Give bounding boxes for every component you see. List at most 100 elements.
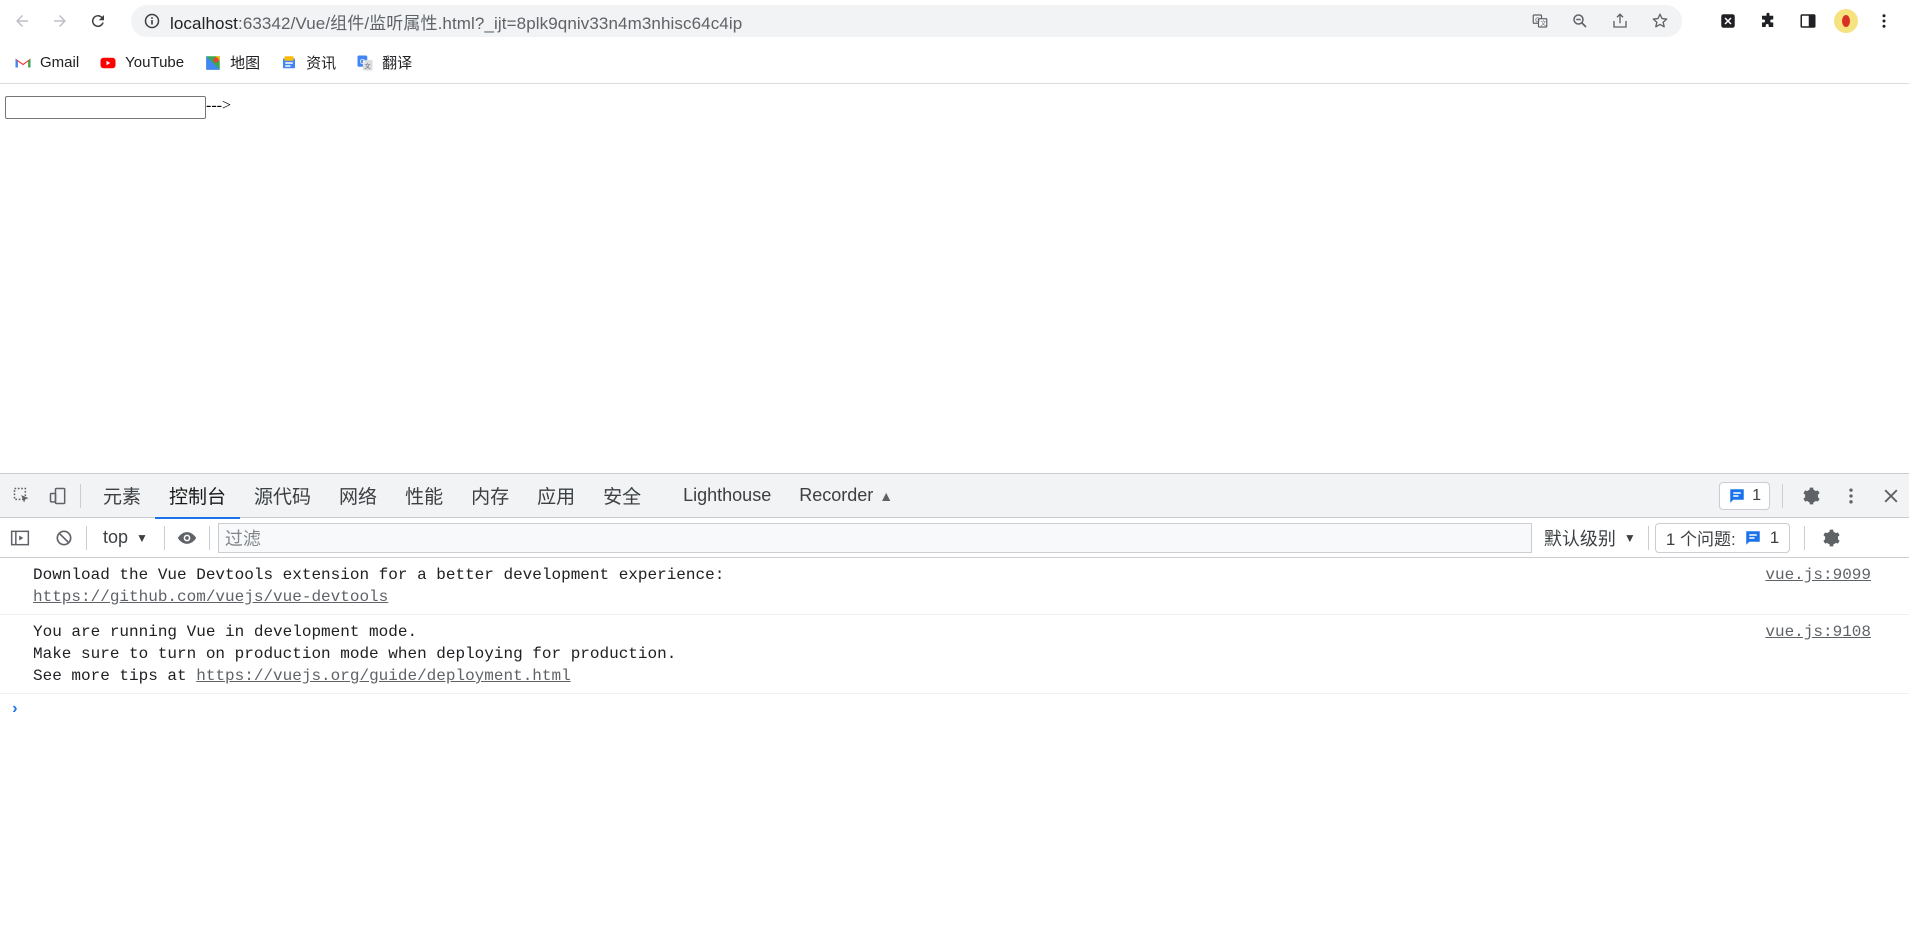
forward-button[interactable] bbox=[44, 5, 76, 37]
source-link[interactable]: vue.js:9099 bbox=[1765, 564, 1871, 586]
site-info-icon[interactable] bbox=[144, 13, 160, 29]
svg-text:文: 文 bbox=[1540, 20, 1546, 28]
tab-lighthouse[interactable]: Lighthouse bbox=[669, 474, 785, 518]
browser-menu-icon[interactable] bbox=[1870, 7, 1898, 35]
console-output: Download the Vue Devtools extension for … bbox=[0, 558, 1909, 724]
console-toolbar: top ▼ 过滤 默认级别 ▼ 1 个问题: 1 bbox=[0, 518, 1909, 558]
log-level-label: 默认级别 bbox=[1543, 528, 1616, 549]
tab-security[interactable]: 安全 bbox=[589, 474, 655, 518]
issues-button[interactable]: 1 个问题: 1 bbox=[1654, 522, 1791, 553]
bookmark-label: 地图 bbox=[230, 55, 261, 72]
devtools-panel: 元素 控制台 源代码 网络 性能 内存 应用 安全 Lighthouse Rec… bbox=[0, 473, 1909, 942]
inspect-element-icon[interactable] bbox=[8, 482, 36, 510]
divider bbox=[163, 525, 165, 550]
divider bbox=[208, 525, 210, 550]
translate-icon: G文 bbox=[356, 54, 374, 72]
reload-button[interactable] bbox=[82, 5, 114, 37]
tab-memory[interactable]: 内存 bbox=[457, 474, 523, 518]
divider bbox=[86, 525, 87, 550]
settings-gear-icon[interactable] bbox=[1797, 482, 1825, 510]
devtools-tabbar-actions: 1 bbox=[1719, 474, 1909, 518]
context-selector[interactable]: top ▼ bbox=[95, 527, 156, 548]
messages-count: 1 bbox=[1752, 487, 1761, 504]
svg-text:文: 文 bbox=[365, 62, 371, 70]
arrow-text: ---> bbox=[206, 97, 232, 114]
divider bbox=[1782, 484, 1783, 508]
dropdown-caret-icon: ▼ bbox=[1623, 530, 1636, 545]
prompt-chevron-icon: › bbox=[10, 700, 20, 718]
tab-sources[interactable]: 源代码 bbox=[240, 474, 325, 518]
bookmark-label: 翻译 bbox=[382, 55, 413, 72]
issues-count: 1 bbox=[1769, 527, 1780, 547]
extension-x-icon[interactable] bbox=[1714, 7, 1742, 35]
bookmark-label: Gmail bbox=[40, 54, 80, 71]
issues-label: 1 个问题: bbox=[1665, 530, 1736, 549]
side-panel-icon[interactable] bbox=[1794, 7, 1822, 35]
bookmark-gmail[interactable]: Gmail bbox=[6, 49, 87, 77]
maps-icon bbox=[204, 54, 222, 72]
text-input[interactable] bbox=[5, 96, 206, 119]
url-path: :63342/Vue/组件/监听属性.html?_ijt=8plk9qniv33… bbox=[238, 13, 743, 33]
bookmark-translate[interactable]: G文 翻译 bbox=[348, 49, 420, 77]
bookmark-maps[interactable]: 地图 bbox=[196, 49, 268, 77]
console-prompt[interactable]: › bbox=[0, 694, 1909, 724]
news-icon bbox=[280, 54, 298, 72]
filter-input[interactable]: 过滤 bbox=[217, 522, 1532, 553]
url-host: localhost bbox=[170, 13, 238, 33]
bookmark-youtube[interactable]: YouTube bbox=[91, 49, 192, 77]
dropdown-caret-icon: ▼ bbox=[136, 530, 148, 545]
sidebar-toggle-icon[interactable] bbox=[6, 524, 34, 552]
tab-console[interactable]: 控制台 bbox=[155, 474, 241, 519]
gmail-icon bbox=[14, 54, 32, 72]
divider bbox=[1804, 525, 1806, 550]
arrow-left-icon bbox=[16, 15, 28, 27]
console-message: Download the Vue Devtools extension for … bbox=[0, 558, 1909, 615]
bookmark-label: YouTube bbox=[125, 54, 185, 71]
tab-recorder[interactable]: Recorder ▲ bbox=[785, 474, 907, 518]
address-bar[interactable]: localhost:63342/Vue/组件/监听属性.html?_ijt=8p… bbox=[131, 5, 1682, 37]
profile-avatar[interactable] bbox=[1834, 9, 1858, 33]
tab-performance[interactable]: 性能 bbox=[391, 474, 457, 518]
message-link[interactable]: https://github.com/vuejs/vue-devtools bbox=[33, 588, 388, 606]
message-text: You are running Vue in development mode. bbox=[33, 623, 418, 641]
clear-console-icon[interactable] bbox=[50, 524, 78, 552]
arrow-right-icon bbox=[54, 15, 66, 27]
tab-elements[interactable]: 元素 bbox=[89, 474, 155, 518]
url-text[interactable]: localhost:63342/Vue/组件/监听属性.html?_ijt=8p… bbox=[170, 9, 742, 34]
close-icon[interactable] bbox=[1877, 482, 1905, 510]
context-label: top bbox=[103, 527, 129, 547]
browser-actions bbox=[1714, 5, 1898, 37]
divider bbox=[80, 483, 81, 508]
message-text: See more tips at bbox=[33, 667, 197, 685]
svg-text:G: G bbox=[1535, 17, 1540, 24]
divider bbox=[1647, 525, 1649, 550]
share-icon[interactable] bbox=[1608, 9, 1632, 33]
omnibox-actions: G文 bbox=[1528, 5, 1672, 37]
extensions-puzzle-icon[interactable] bbox=[1754, 7, 1782, 35]
browser-toolbar: localhost:63342/Vue/组件/监听属性.html?_ijt=8p… bbox=[0, 0, 1909, 42]
bookmark-star-icon[interactable] bbox=[1648, 9, 1672, 33]
zoom-icon[interactable] bbox=[1568, 9, 1592, 33]
message-icon bbox=[1745, 530, 1760, 545]
bookmark-news[interactable]: 资讯 bbox=[272, 49, 344, 77]
devtools-tabbar: 元素 控制台 源代码 网络 性能 内存 应用 安全 Lighthouse Rec… bbox=[0, 474, 1909, 519]
device-toolbar-icon[interactable] bbox=[44, 482, 72, 510]
console-settings-gear-icon[interactable] bbox=[1817, 524, 1845, 552]
tab-application[interactable]: 应用 bbox=[523, 474, 589, 518]
flask-icon: ▲ bbox=[879, 487, 894, 504]
reload-icon bbox=[91, 15, 104, 28]
translate-page-icon[interactable]: G文 bbox=[1528, 9, 1552, 33]
source-link[interactable]: vue.js:9108 bbox=[1765, 621, 1871, 643]
live-expression-eye-icon[interactable] bbox=[173, 524, 201, 552]
page-content: ---> bbox=[0, 85, 1909, 472]
more-options-icon[interactable] bbox=[1837, 482, 1865, 510]
message-text: Download the Vue Devtools extension for … bbox=[33, 566, 725, 584]
message-icon bbox=[1730, 489, 1744, 503]
tab-network[interactable]: 网络 bbox=[325, 474, 391, 518]
messages-badge[interactable]: 1 bbox=[1719, 482, 1770, 510]
back-button[interactable] bbox=[6, 5, 38, 37]
bookmark-label: 资讯 bbox=[306, 55, 337, 72]
log-level-selector[interactable]: 默认级别 ▼ bbox=[1532, 525, 1648, 551]
console-message: You are running Vue in development mode.… bbox=[0, 615, 1909, 694]
message-link[interactable]: https://vuejs.org/guide/deployment.html bbox=[196, 667, 570, 685]
